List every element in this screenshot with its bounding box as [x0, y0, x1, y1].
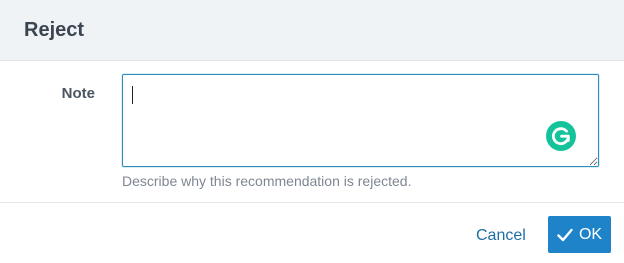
dialog-header: Reject — [0, 0, 624, 61]
ok-button-label: OK — [578, 225, 603, 243]
footer-divider — [0, 202, 624, 203]
text-cursor — [132, 86, 133, 104]
reject-dialog: Reject Note Describe why this recommenda… — [0, 0, 624, 263]
check-icon — [557, 228, 573, 242]
dialog-title: Reject — [24, 19, 85, 41]
ok-button[interactable]: OK — [548, 216, 611, 253]
cancel-button[interactable]: Cancel — [466, 222, 536, 250]
note-help-text: Describe why this recommendation is reje… — [122, 173, 412, 189]
note-label: Note — [61, 85, 95, 102]
grammarly-icon[interactable] — [546, 121, 576, 151]
note-input[interactable] — [122, 74, 599, 167]
note-field-wrapper — [122, 74, 599, 167]
